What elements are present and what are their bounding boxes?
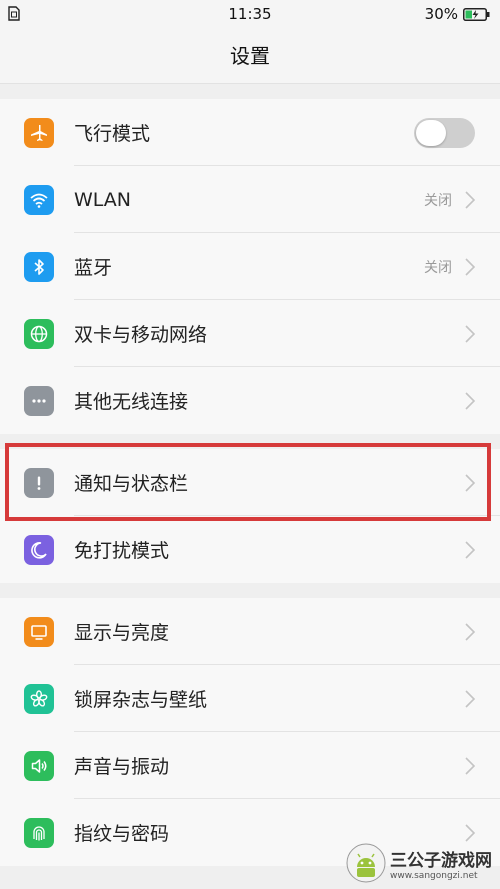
settings-row[interactable]: 飞行模式	[0, 99, 500, 166]
notification-icon	[24, 467, 54, 498]
settings-row-value: 关闭	[424, 192, 452, 209]
page-title: 设置	[0, 28, 500, 84]
settings-row-label: 锁屏杂志与壁纸	[74, 689, 208, 711]
settings-row-label: 显示与亮度	[74, 622, 170, 644]
battery-icon	[463, 8, 490, 21]
settings-group: 飞行模式 WLAN 关闭 蓝牙 关闭 双卡与移动网络 其他无线连接	[0, 99, 500, 434]
settings-row[interactable]: 通知与状态栏	[0, 449, 500, 516]
moon-icon	[24, 534, 54, 565]
airplane-mode-toggle[interactable]	[414, 117, 475, 148]
status-bar: 11:35 30%	[0, 0, 500, 28]
settings-row[interactable]: 其他无线连接	[0, 367, 500, 434]
more-icon	[24, 385, 54, 416]
bluetooth-icon	[24, 251, 54, 282]
settings-row[interactable]: 蓝牙 关闭	[0, 233, 500, 300]
settings-row-label: 声音与振动	[74, 756, 170, 778]
settings-row[interactable]: 免打扰模式	[0, 516, 500, 583]
watermark-url: www.sangongzi.net	[390, 870, 478, 881]
airplane-icon	[24, 117, 54, 148]
settings-row-label: 免打扰模式	[74, 540, 170, 562]
speaker-icon	[24, 750, 54, 781]
watermark-title: 三公子游戏网	[390, 850, 492, 871]
flower-icon	[24, 683, 54, 714]
settings-group: 显示与亮度锁屏杂志与壁纸 声音与振动指纹与密码	[0, 598, 500, 866]
toggle-knob	[416, 119, 446, 146]
settings-row[interactable]: WLAN 关闭	[0, 166, 500, 233]
settings-row[interactable]: 锁屏杂志与壁纸	[0, 665, 500, 732]
fingerprint-icon	[24, 817, 54, 848]
settings-row[interactable]: 显示与亮度	[0, 598, 500, 665]
settings-group: 通知与状态栏 免打扰模式	[0, 449, 500, 583]
settings-row-label: 通知与状态栏	[74, 473, 189, 495]
display-icon	[24, 616, 54, 647]
settings-row-label: 蓝牙	[74, 257, 113, 279]
settings-row-label: WLAN	[74, 188, 132, 211]
section-gap	[0, 84, 500, 99]
battery-percent: 30%	[424, 5, 458, 23]
wifi-icon	[24, 184, 54, 215]
globe-icon	[24, 318, 54, 349]
settings-row-label: 双卡与移动网络	[74, 324, 208, 346]
watermark: 三公子游戏网 www.sangongzi.net	[346, 839, 496, 887]
settings-row-label: 指纹与密码	[74, 823, 170, 845]
section-gap	[0, 434, 500, 449]
watermark-logo-icon	[346, 843, 386, 883]
settings-row-label: 飞行模式	[74, 123, 151, 145]
settings-row[interactable]: 声音与振动	[0, 732, 500, 799]
settings-row-label: 其他无线连接	[74, 391, 189, 413]
section-gap	[0, 583, 500, 598]
settings-row-value: 关闭	[424, 259, 452, 276]
settings-row[interactable]: 双卡与移动网络	[0, 300, 500, 367]
settings-list: 飞行模式 WLAN 关闭 蓝牙 关闭 双卡与移动网络 其他无线连接 通知与状态栏 免打扰模式 显示…	[0, 84, 500, 866]
